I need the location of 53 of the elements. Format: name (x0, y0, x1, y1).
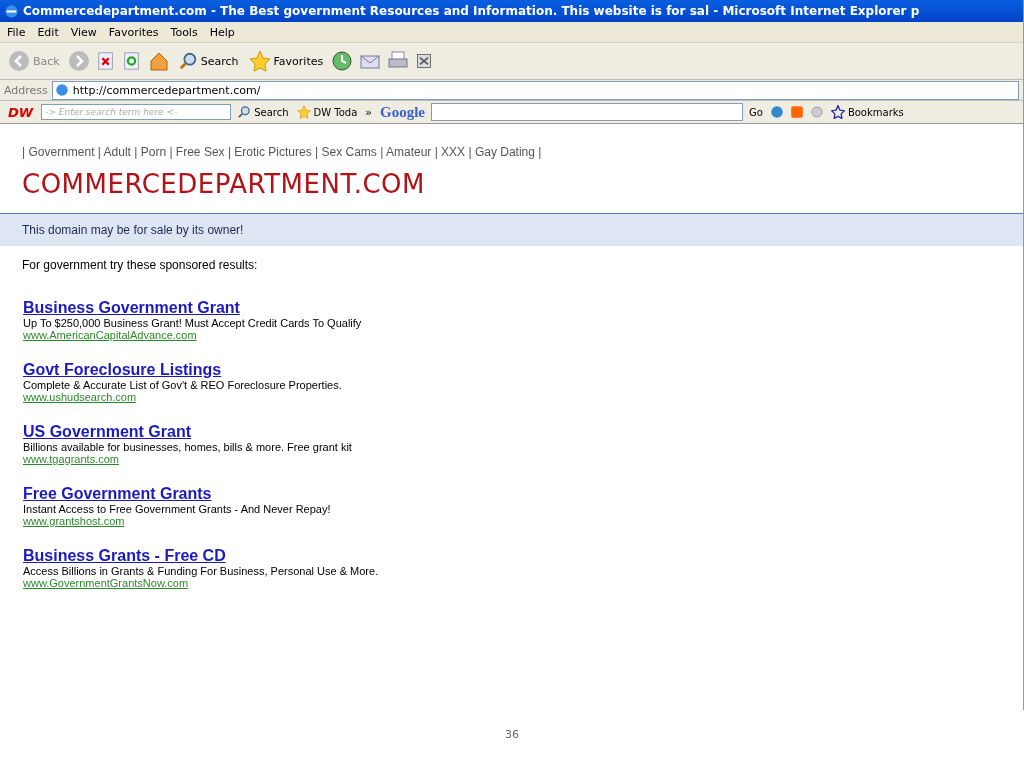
dw-search-button[interactable]: Search (235, 105, 291, 119)
menu-item[interactable]: Edit (37, 25, 59, 39)
favorites-button[interactable]: Favorites (246, 50, 326, 72)
go-button[interactable]: Go (747, 106, 765, 118)
menu-item[interactable]: Favorites (108, 25, 159, 39)
result-url-link[interactable]: www.AmericanCapitalAdvance.com (23, 329, 1000, 341)
result-title-link[interactable]: US Government Grant (23, 423, 1000, 441)
dw-logo[interactable]: DW (4, 104, 38, 120)
result-description: Billions available for businesses, homes, bills & more. Free grant kit (23, 441, 353, 453)
star-icon (296, 105, 311, 119)
window-title: Commercedepartment.com - The Best government Resources and Information. This website is for sal - Microsoft Internet Explorer p (23, 4, 920, 18)
search-button[interactable]: Search (175, 51, 241, 71)
menu-item[interactable]: Help (209, 25, 235, 39)
page-number: 36 (505, 728, 519, 743)
history-icon (331, 50, 354, 72)
page-icon (54, 83, 69, 97)
sale-notice: This domain may be for sale by its owner! (0, 213, 1023, 246)
menu-item[interactable]: File (7, 25, 26, 39)
result-description: Up To $250,000 Business Grant! Must Accept Credit Cards To Qualify (23, 317, 363, 329)
result-url-link[interactable]: www.tgagrants.com (23, 453, 1000, 465)
forward-icon (67, 50, 90, 72)
star-icon (830, 105, 845, 119)
address-value: http://commercedepartment.com/ (72, 83, 261, 97)
menu-item[interactable]: View (70, 25, 97, 39)
browser-icon (4, 3, 19, 19)
stop-icon (95, 51, 116, 71)
result-title-link[interactable]: Business Grants - Free CD (23, 547, 1000, 565)
result-url-link[interactable]: www.GovernmentGrantsNow.com (23, 577, 1000, 589)
dw-today-button[interactable]: DW Toda (294, 105, 360, 119)
result-description: Complete & Accurate List of Gov't & REO Foreclosure Properties. (23, 379, 343, 391)
menu-item[interactable]: Tools (170, 25, 198, 39)
result-url-link[interactable]: www.ushudsearch.com (23, 391, 1000, 403)
refresh-icon (121, 51, 142, 71)
result-url-link[interactable]: www.grantshost.com (23, 515, 1000, 527)
result-title-link[interactable]: Free Government Grants (23, 485, 1000, 503)
result-title-link[interactable]: Business Government Grant (23, 299, 1000, 317)
search-icon (177, 51, 198, 71)
bookmarks-button[interactable]: Bookmarks (828, 105, 906, 119)
star-icon (248, 50, 271, 72)
google-search-field[interactable] (431, 103, 743, 121)
result-description: Instant Access to Free Government Grants - And Never Repay! (23, 503, 332, 515)
google-logo[interactable]: Google (378, 103, 427, 121)
home-icon (147, 50, 170, 72)
dw-search-field[interactable]: -> Enter search term here <- (41, 104, 232, 120)
intro-text: For government try these sponsored results: (21, 257, 259, 272)
address-field[interactable]: http://commercedepartment.com/ (51, 80, 1019, 100)
search-icon (237, 105, 252, 119)
result-title-link[interactable]: Govt Foreclosure Listings (23, 361, 1000, 379)
more-button[interactable]: » (363, 105, 374, 119)
category-links[interactable]: | Government | Adult | Porn | Free Sex | Erotic Pictures | Sex Cams | Amateur | XXX | Gay Dating | (0, 124, 1023, 159)
result-description: Access Billions in Grants & Funding For Business, Personal Use & More. (23, 565, 380, 577)
address-label: Address (4, 83, 48, 97)
site-heading: COMMERCEDEPARTMENT.COM (22, 169, 426, 199)
